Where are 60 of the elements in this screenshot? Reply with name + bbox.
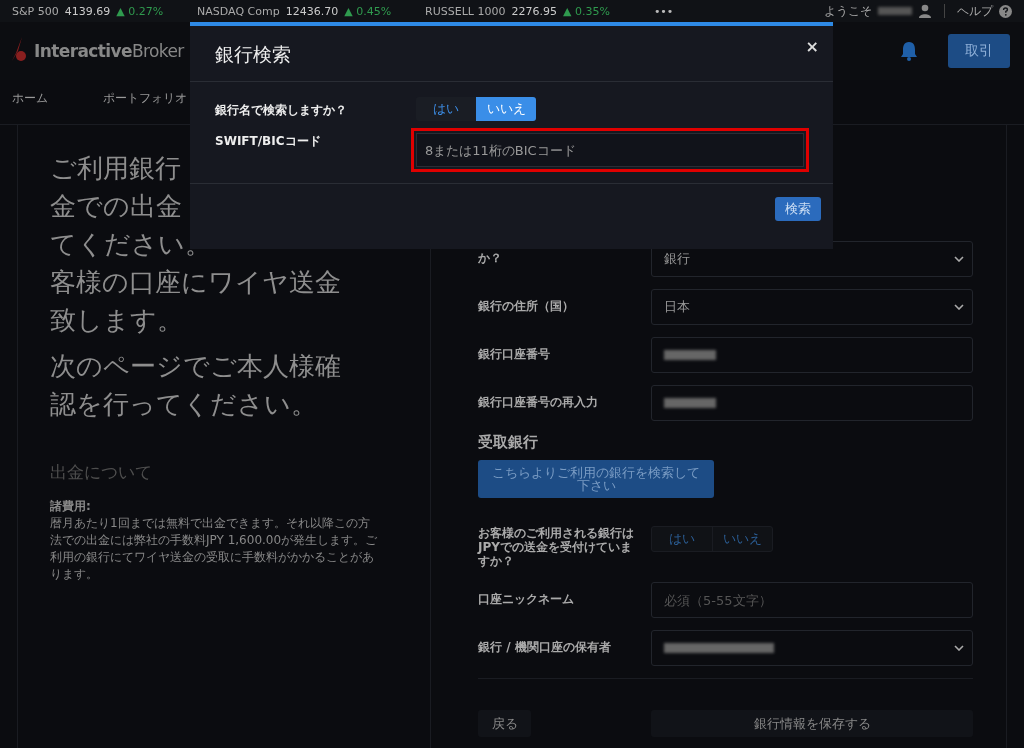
nav-item[interactable]: ポートフォリオ (103, 89, 187, 107)
field-label: 口座ニックネーム (478, 591, 575, 608)
select-field[interactable] (651, 630, 973, 666)
ticker-change: ▲ 0.27% (116, 4, 164, 18)
intro-line: てください。 (50, 228, 212, 261)
more-link[interactable]: ••• (653, 4, 674, 18)
search-button[interactable]: 検索 (775, 197, 821, 221)
welcome-text: ようこそ (824, 2, 872, 20)
toggle-option[interactable]: いいえ (476, 97, 536, 121)
field-label: 銀行口座番号 (478, 346, 551, 363)
field-label: お客様のご利用される銀行はJPYでの送金を受付けていますか？ (478, 526, 635, 568)
field-label: 銀行の住所（国） (478, 298, 575, 315)
ticker-name: RUSSELL 1000 (425, 4, 506, 18)
fees-text: 暦月あたり1回までは無料で出金できます。それ以降この方法での出金には弊社の手数料JPY 1,600.00が発生します。ご利用の銀行にてワイヤ送金の受取に手数料がかかることがあります。 (50, 515, 379, 583)
bell-icon[interactable] (900, 41, 918, 61)
help-icon[interactable] (999, 4, 1012, 18)
back-button[interactable]: 戻る (478, 710, 531, 737)
intro-line: ご利用銀行 (50, 152, 182, 185)
input-field[interactable]: 必須（5-55文字） (651, 582, 973, 618)
nav-item[interactable]: ホーム (12, 89, 48, 107)
input-field[interactable] (651, 385, 973, 421)
redacted-value (664, 350, 716, 360)
intro-text: 次のページでご本人様確認を行ってください。 (50, 350, 342, 421)
close-button[interactable]: × (803, 37, 821, 56)
ticker-name: NASDAQ Comp (197, 4, 280, 18)
select-field[interactable]: 日本 (651, 289, 973, 325)
dialog-title: 銀行検索 (215, 42, 291, 67)
ticker-change: ▲ 0.45% (344, 4, 392, 18)
ticker-value: 4139.69 (64, 4, 111, 18)
ticker-value: 12436.70 (285, 4, 339, 18)
intro-line: 客様の口座にワイヤ送金 (50, 266, 342, 299)
field-label: 銀行 / 機関口座の保有者 (478, 639, 612, 656)
redacted-value (664, 398, 716, 408)
field-label: 銀行名で検索しますか？ (215, 102, 348, 119)
chevron-icon (954, 256, 964, 262)
user-icon[interactable] (918, 4, 932, 18)
field-label: SWIFT/BICコード (215, 133, 322, 150)
logo-text[interactable]: InteractiveBroker (34, 41, 184, 61)
input-field[interactable]: 8または11桁のBICコード (416, 133, 804, 167)
ticker-change: ▲ 0.35% (562, 4, 610, 18)
ticker-value: 2276.95 (511, 4, 557, 18)
toggle-option[interactable]: はい (416, 97, 476, 121)
toggle-option[interactable]: はい (652, 527, 712, 551)
ticker-name: S&P 500 (12, 4, 59, 18)
field-label: 銀行口座番号の再入力 (478, 394, 599, 411)
chevron-icon (954, 645, 964, 651)
toggle-option[interactable]: いいえ (712, 527, 772, 551)
redacted-name (878, 7, 912, 15)
field-label: か？ (478, 250, 503, 267)
bank-search-button[interactable]: こちらよりご利用の銀行を検索して下さい (478, 460, 714, 498)
fees-label: 諸費用: (50, 498, 92, 515)
intro-line: 金での出金 (50, 190, 183, 223)
section-heading: 出金について (50, 461, 153, 484)
intro-line: 致します。 (50, 304, 184, 337)
help-link[interactable]: ヘルプ (957, 2, 993, 20)
input-field[interactable] (651, 337, 973, 373)
save-button[interactable]: 銀行情報を保存する (651, 710, 973, 737)
section-title: 受取銀行 (478, 433, 539, 452)
trade-button[interactable]: 取引 (948, 34, 1010, 68)
chevron-icon (954, 304, 964, 310)
